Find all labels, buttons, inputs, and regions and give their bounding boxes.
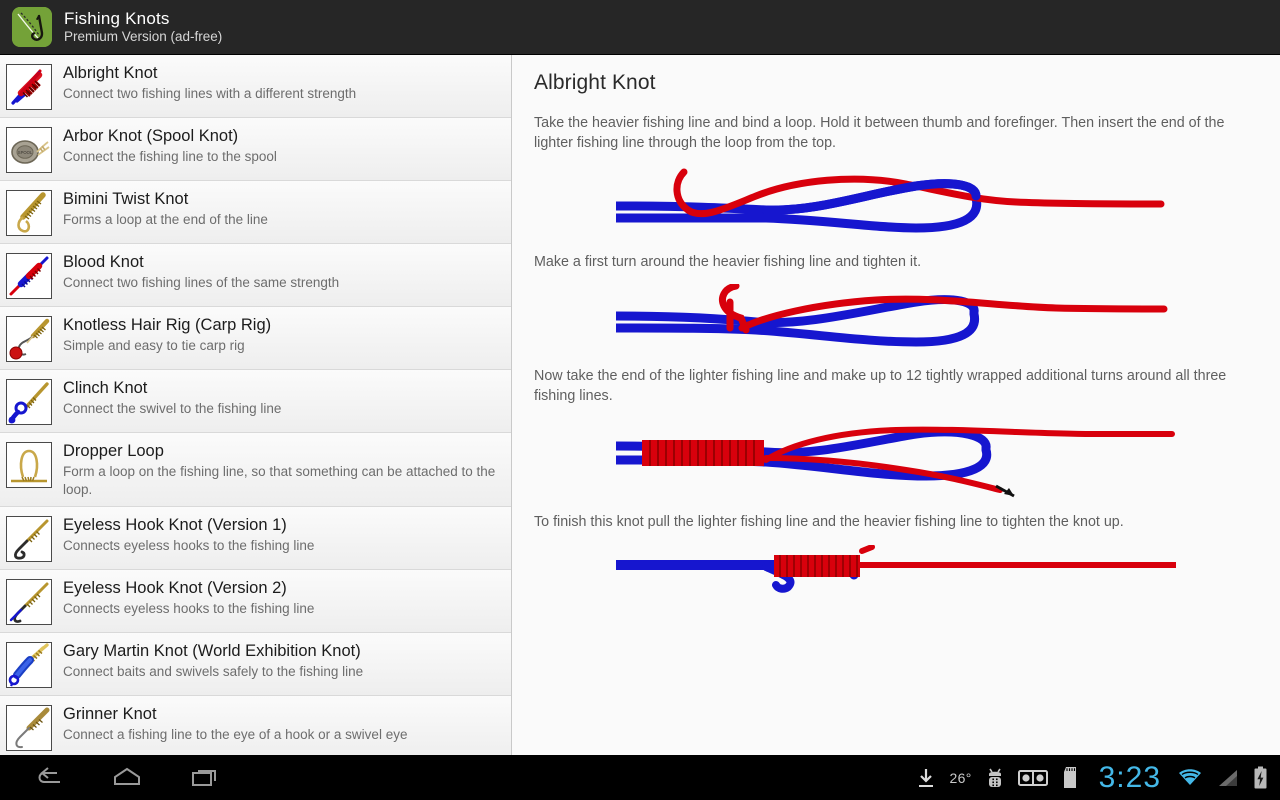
main-content: Albright Knot Connect two fishing lines … xyxy=(0,55,1280,755)
list-item-subtitle: Connect the swivel to the fishing line xyxy=(63,401,282,417)
system-navigation-bar: 26° 3:23 xyxy=(0,755,1280,800)
bimini-twist-knot-thumbnail xyxy=(6,190,52,236)
albright-step-1-diagram xyxy=(534,166,1258,238)
arbor-knot-thumbnail: SPOOL xyxy=(6,127,52,173)
list-item-text: Knotless Hair Rig (Carp Rig) Simple and … xyxy=(63,314,271,355)
clock-value: 3:23 xyxy=(1098,760,1161,794)
albright-step-4-diagram xyxy=(534,544,1258,595)
list-item[interactable]: Grinner Knot Connect a fishing line to t… xyxy=(0,696,511,755)
list-item-subtitle: Form a loop on the fishing line, so that… xyxy=(63,464,496,498)
clinch-knot-thumbnail xyxy=(6,379,52,425)
list-item-text: Arbor Knot (Spool Knot) Connect the fish… xyxy=(63,125,277,166)
list-item-subtitle: Connect a fishing line to the eye of a h… xyxy=(63,727,408,743)
status-icons: 26° 3:23 xyxy=(916,760,1272,794)
nav-buttons xyxy=(16,763,222,793)
list-item-text: Grinner Knot Connect a fishing line to t… xyxy=(63,703,407,744)
knot-detail-pane[interactable]: Albright Knot Take the heavier fishing l… xyxy=(512,55,1280,755)
step-text: To finish this knot pull the lighter fis… xyxy=(534,514,1124,531)
list-item-text: Bimini Twist Knot Forms a loop at the en… xyxy=(63,188,268,229)
list-item-text: Blood Knot Connect two fishing lines of … xyxy=(63,251,339,292)
list-item-title: Clinch Knot xyxy=(63,379,148,397)
step-text: Now take the end of the lighter fishing … xyxy=(534,367,1227,405)
app-title: Fishing Knots xyxy=(64,8,170,28)
sd-card-icon[interactable] xyxy=(1062,763,1079,793)
list-item-text: Clinch Knot Connect the swivel to the fi… xyxy=(63,377,281,418)
list-item-title: Arbor Knot (Spool Knot) xyxy=(63,127,239,145)
knot-list: Albright Knot Connect two fishing lines … xyxy=(0,55,511,755)
list-item-text: Albright Knot Connect two fishing lines … xyxy=(63,62,356,103)
step-text: Take the heavier fishing line and bind a… xyxy=(534,115,1225,152)
action-bar: Fishing Knots Premium Version (ad-free) xyxy=(0,0,1280,55)
knot-list-pane[interactable]: Albright Knot Connect two fishing lines … xyxy=(0,55,512,755)
battery-charging-icon[interactable] xyxy=(1253,763,1268,793)
list-item-subtitle: Connect the fishing line to the spool xyxy=(63,149,277,165)
svg-text:SPOOL: SPOOL xyxy=(18,150,33,155)
list-item-subtitle: Connects eyeless hooks to the fishing li… xyxy=(63,601,315,617)
list-item-title: Knotless Hair Rig (Carp Rig) xyxy=(63,316,272,334)
home-icon[interactable] xyxy=(110,763,144,793)
recent-apps-icon[interactable] xyxy=(188,763,222,793)
list-item[interactable]: Gary Martin Knot (World Exhibition Knot)… xyxy=(0,633,511,697)
list-item-text: Eyeless Hook Knot (Version 1) Connects e… xyxy=(63,514,314,555)
list-item-title: Blood Knot xyxy=(63,253,144,271)
list-item[interactable]: Dropper Loop Form a loop on the fishing … xyxy=(0,433,511,508)
list-item-text: Gary Martin Knot (World Exhibition Knot)… xyxy=(63,640,363,681)
cardboard-viewer-icon[interactable] xyxy=(1017,763,1048,793)
app-subtitle: Premium Version (ad-free) xyxy=(64,28,223,44)
list-item-subtitle: Connect baits and swivels safely to the … xyxy=(63,664,364,680)
list-item-subtitle: Connect two fishing lines with a differe… xyxy=(63,86,357,102)
gary-martin-knot-thumbnail xyxy=(6,642,52,689)
android-debug-icon[interactable] xyxy=(986,763,1004,793)
app-title-block: Fishing Knots Premium Version (ad-free) xyxy=(64,10,222,44)
eyeless-hook-knot-v2-thumbnail xyxy=(6,579,52,626)
knotless-hair-rig-thumbnail xyxy=(6,316,52,362)
albright-knot-thumbnail xyxy=(6,64,52,110)
download-icon[interactable] xyxy=(916,763,936,793)
list-item-text: Dropper Loop Form a loop on the fishing … xyxy=(63,440,501,499)
fishing-knots-app: Fishing Knots Premium Version (ad-free) xyxy=(0,0,1280,800)
list-item[interactable]: Albright Knot Connect two fishing lines … xyxy=(0,55,511,118)
list-item-subtitle: Forms a loop at the end of the line xyxy=(63,212,268,228)
list-item-title: Eyeless Hook Knot (Version 1) xyxy=(63,516,287,535)
list-item[interactable]: Knotless Hair Rig (Carp Rig) Simple and … xyxy=(0,307,511,370)
step-text: Make a first turn around the heavier fis… xyxy=(534,253,922,270)
fish-hook-icon xyxy=(12,7,52,47)
list-item-title: Grinner Knot xyxy=(63,705,157,724)
list-item-title: Bimini Twist Knot xyxy=(63,190,189,208)
eyeless-hook-knot-v1-thumbnail xyxy=(6,516,52,563)
cellular-signal-icon[interactable] xyxy=(1217,763,1239,793)
temperature-indicator: 26° xyxy=(950,763,972,793)
list-item[interactable]: Eyeless Hook Knot (Version 1) Connects e… xyxy=(0,507,511,571)
list-item[interactable]: Clinch Knot Connect the swivel to the fi… xyxy=(0,370,511,433)
page-title: Albright Knot xyxy=(534,71,656,94)
grinner-knot-thumbnail xyxy=(6,705,52,752)
back-icon[interactable] xyxy=(32,763,66,793)
list-item-text: Eyeless Hook Knot (Version 2) Connects e… xyxy=(63,577,314,618)
list-item-title: Eyeless Hook Knot (Version 2) xyxy=(63,579,287,598)
list-item-title: Gary Martin Knot (World Exhibition Knot) xyxy=(63,642,361,661)
list-item-title: Albright Knot xyxy=(63,64,158,82)
albright-step-3-diagram xyxy=(534,418,1258,498)
wifi-icon[interactable] xyxy=(1177,763,1203,793)
temperature-value: 26° xyxy=(949,769,972,786)
list-item-subtitle: Connects eyeless hooks to the fishing li… xyxy=(63,538,315,554)
list-item[interactable]: SPOOL Arbor Knot (Spool Knot) Connect th… xyxy=(0,118,511,181)
list-item-title: Dropper Loop xyxy=(63,442,164,460)
list-item[interactable]: Eyeless Hook Knot (Version 2) Connects e… xyxy=(0,570,511,634)
dropper-loop-thumbnail xyxy=(6,442,52,488)
list-item[interactable]: Blood Knot Connect two fishing lines of … xyxy=(0,244,511,307)
albright-step-2-diagram xyxy=(534,283,1258,352)
list-item-subtitle: Connect two fishing lines of the same st… xyxy=(63,275,340,291)
status-clock: 3:23 xyxy=(1093,760,1163,794)
list-item-subtitle: Simple and easy to tie carp rig xyxy=(63,338,245,354)
list-item[interactable]: Bimini Twist Knot Forms a loop at the en… xyxy=(0,181,511,244)
blood-knot-thumbnail xyxy=(6,253,52,299)
